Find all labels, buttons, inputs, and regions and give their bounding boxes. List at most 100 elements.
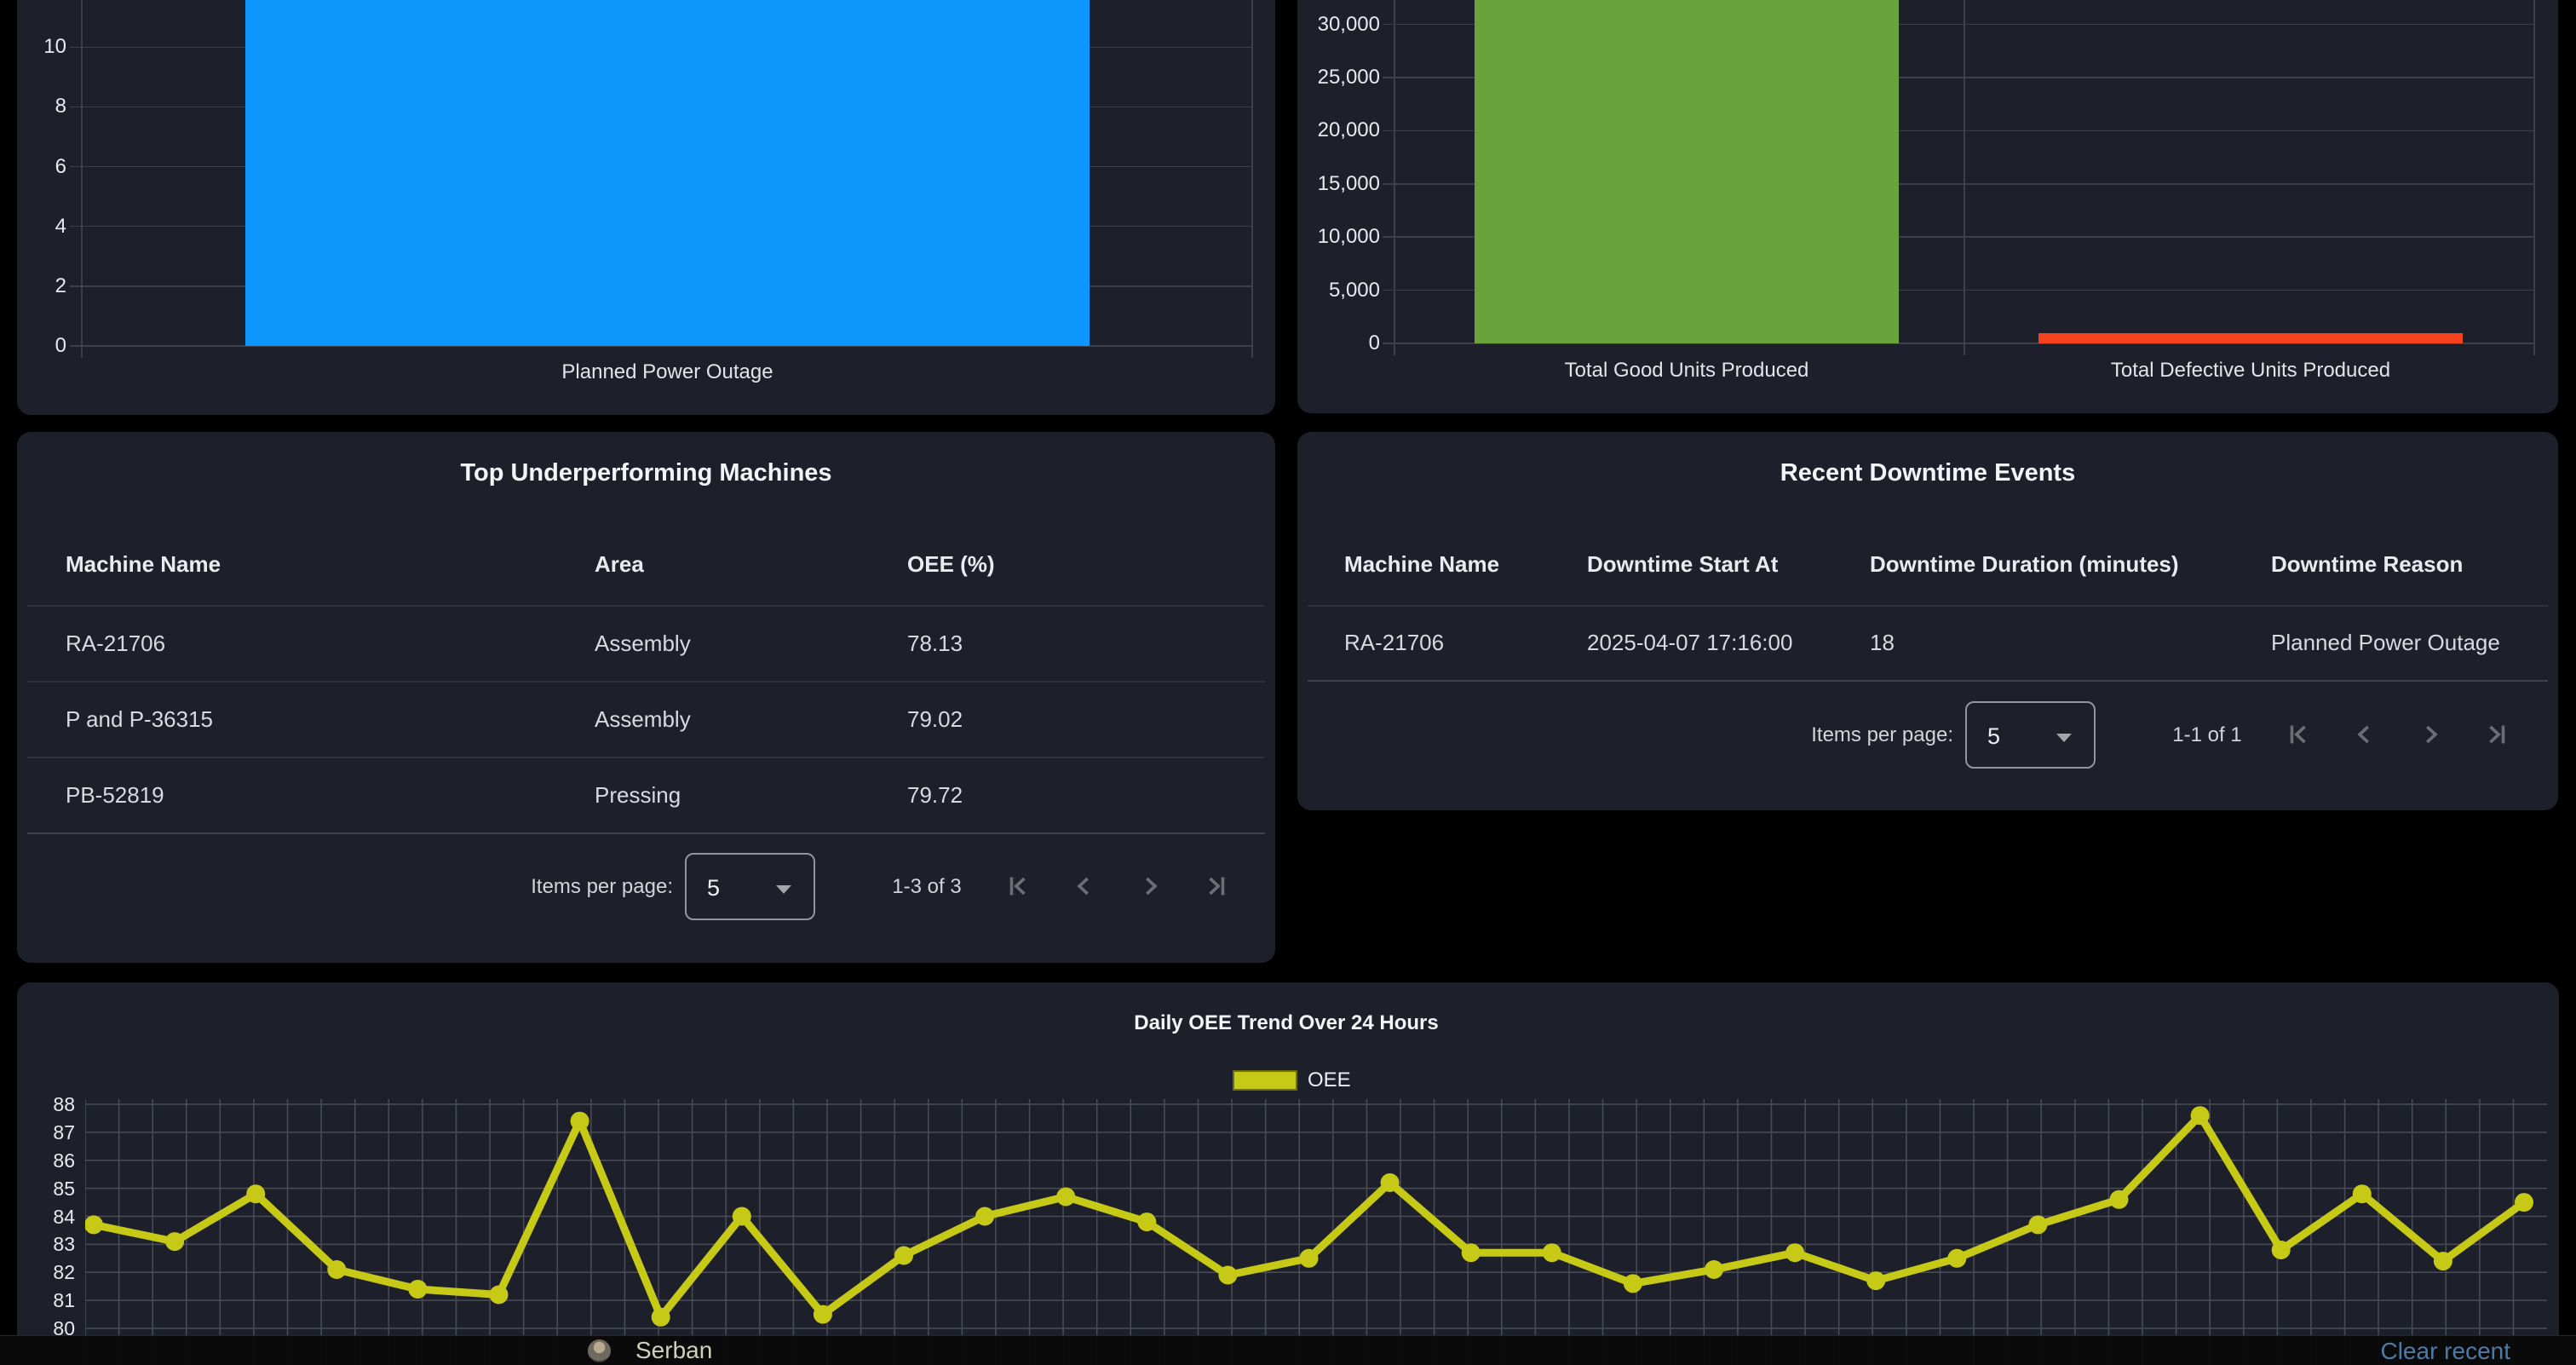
data-point — [2272, 1241, 2291, 1259]
category-label: Planned Power Outage — [245, 360, 1090, 385]
line-chart-oee-trend — [85, 1099, 2547, 1365]
data-point — [733, 1207, 751, 1226]
axis-tick-label: 8 — [17, 94, 66, 119]
legend-swatch-oee — [1233, 1070, 1297, 1091]
divider — [1308, 680, 2548, 682]
data-point — [2191, 1106, 2210, 1125]
last-page-button[interactable] — [1198, 867, 1235, 905]
axis-tick — [1383, 24, 1394, 26]
data-point — [1866, 1271, 1885, 1290]
clear-recent-link[interactable]: Clear recent — [2380, 1339, 2510, 1364]
data-point — [1705, 1260, 1723, 1279]
y-axis-tick-labels: 888786858483828180 — [17, 982, 85, 1365]
axis-tick-label: 20,000 — [1297, 118, 1380, 143]
axis-tick — [70, 107, 82, 108]
data-point — [652, 1308, 670, 1327]
data-point — [1218, 1266, 1237, 1285]
chevron-down-icon — [2056, 734, 2072, 742]
downtime-by-reason-chart-card: 0246810Planned Power Outage — [17, 0, 1275, 415]
chevron-right-icon — [2415, 719, 2446, 750]
axis-tick-label: 85 — [17, 1177, 75, 1201]
data-point — [1947, 1249, 1966, 1268]
page-size-select[interactable]: 5 — [1965, 701, 2096, 769]
data-point — [2353, 1184, 2372, 1203]
table-cell: 79.72 — [907, 782, 963, 808]
table-cell: RA-21706 — [66, 631, 165, 656]
items-per-page-label: Items per page: — [315, 874, 673, 900]
table-cell: P and P-36315 — [66, 706, 213, 732]
next-page-button[interactable] — [2412, 716, 2449, 753]
gridline-vertical — [1394, 0, 1395, 355]
chevron-down-icon — [776, 885, 791, 894]
table-cell: Pressing — [595, 782, 681, 808]
axis-tick-label: 84 — [17, 1205, 75, 1229]
data-point — [1624, 1274, 1642, 1293]
gridline-vertical — [1964, 0, 1965, 355]
axis-tick — [1383, 77, 1394, 78]
axis-tick-label: 25,000 — [1297, 65, 1380, 90]
first-page-button[interactable] — [999, 867, 1037, 905]
category-label: Total Good Units Produced — [1475, 358, 1899, 383]
data-point — [1056, 1188, 1075, 1207]
recent-downtime-events-card: Recent Downtime Events Machine Name Down… — [1297, 432, 2558, 810]
data-point — [85, 1215, 103, 1234]
axis-tick-label: 10,000 — [1297, 224, 1380, 250]
last-page-button[interactable] — [2478, 716, 2516, 753]
data-point — [571, 1112, 589, 1131]
axis-tick — [70, 226, 82, 228]
axis-tick-label: 82 — [17, 1260, 75, 1284]
data-point — [2110, 1190, 2129, 1209]
axis-tick-label: 2 — [17, 274, 66, 299]
data-point — [1785, 1243, 1804, 1262]
table-cell: PB-52819 — [66, 782, 164, 808]
next-page-button[interactable] — [1131, 867, 1169, 905]
data-point — [975, 1207, 994, 1226]
page-range-label: 1-3 of 3 — [860, 874, 993, 900]
bar-total-defective-units-produced — [2038, 333, 2463, 343]
axis-tick-label: 15,000 — [1297, 171, 1380, 197]
page-size-select[interactable]: 5 — [685, 853, 815, 920]
first-page-icon — [1003, 871, 1033, 901]
axis-tick — [1383, 183, 1394, 185]
axis-tick-label: 5,000 — [1297, 278, 1380, 303]
table-cell: 78.13 — [907, 631, 963, 656]
axis-tick-label: 10 — [17, 34, 66, 60]
bar-planned-power-outage — [245, 0, 1090, 346]
data-point — [1300, 1249, 1319, 1268]
table-cell: 18 — [1870, 630, 1895, 655]
chart-title: Daily OEE Trend Over 24 Hours — [1031, 1010, 1542, 1037]
previous-page-button[interactable] — [1066, 867, 1103, 905]
first-page-button[interactable] — [2280, 716, 2317, 753]
chevron-left-icon — [2349, 719, 2380, 750]
table-row: RA-21706 2025-04-07 17:16:00 18 Planned Pow… — [1297, 605, 2558, 680]
data-point — [2434, 1252, 2452, 1270]
last-page-icon — [1201, 871, 1232, 901]
previous-page-button[interactable] — [2346, 716, 2383, 753]
production-units-chart-card: 05,00010,00015,00020,00025,00030,000Tota… — [1297, 0, 2558, 413]
gridline-vertical — [81, 0, 83, 358]
divider — [27, 832, 1265, 834]
chevron-right-icon — [1135, 871, 1165, 901]
divider — [1308, 605, 2548, 607]
oee-trend-chart-card: Daily OEE Trend Over 24 Hours OEE 888786… — [17, 982, 2559, 1365]
axis-tick — [1383, 343, 1394, 344]
table-cell: Assembly — [595, 706, 691, 732]
axis-tick-label: 81 — [17, 1288, 75, 1312]
table-cell: Planned Power Outage — [2271, 630, 2500, 655]
table-cell: RA-21706 — [1344, 630, 1444, 655]
axis-tick-label: 0 — [17, 333, 66, 359]
divider — [27, 757, 1265, 758]
data-point — [1137, 1212, 1156, 1231]
axis-tick-label: 83 — [17, 1232, 75, 1256]
table-row: P and P-36315Assembly79.02 — [17, 681, 1275, 757]
data-point — [246, 1184, 265, 1203]
gridline-vertical — [2533, 0, 2535, 355]
table-cell: 2025-04-07 17:16:00 — [1587, 630, 1792, 655]
taskbar-item-user[interactable]: Serban — [290, 1336, 477, 1365]
first-page-icon — [2283, 719, 2314, 750]
data-point — [814, 1305, 832, 1324]
table-row: PB-52819 Pressing 79.72 — [17, 757, 1275, 832]
underperforming-machines-card: Top Underperforming Machines Machine Nam… — [17, 432, 1275, 963]
data-point — [490, 1286, 509, 1305]
paginator: Items per page: 5 1-3 of 3 — [17, 853, 1275, 920]
